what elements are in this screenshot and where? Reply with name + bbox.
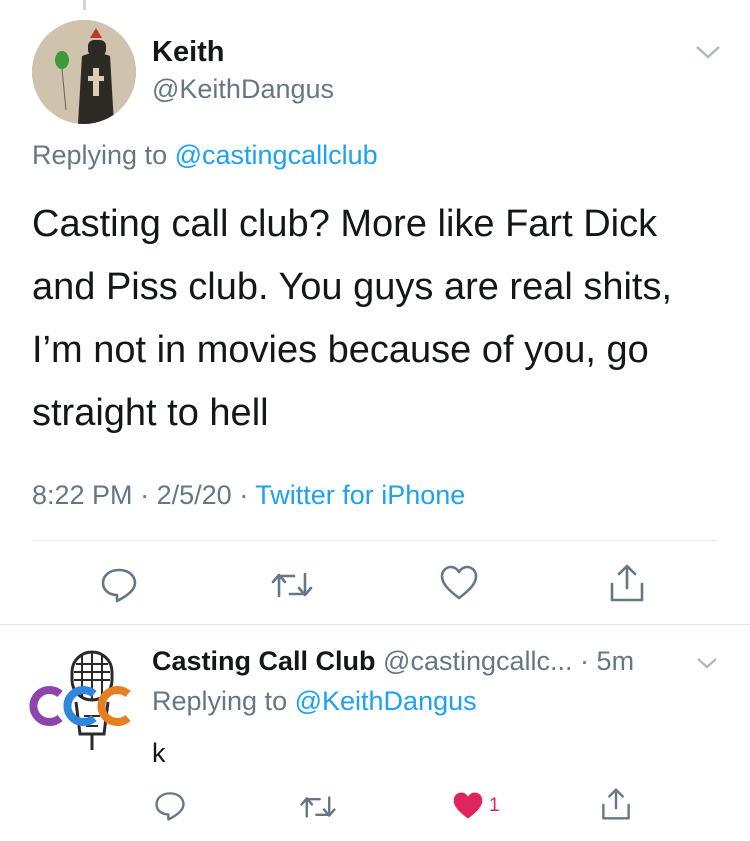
replying-to-line: Replying to @KeithDangus — [152, 686, 477, 717]
like-icon — [440, 565, 478, 600]
retweet-button[interactable] — [270, 568, 314, 602]
meta-separator: · — [140, 480, 150, 510]
reply-author-handle[interactable]: @castingcallc... — [383, 646, 572, 676]
retweet-button[interactable] — [299, 792, 337, 822]
liked-heart-icon — [453, 792, 483, 819]
tweet-date: 2/5/20 — [156, 480, 232, 510]
author-handle[interactable]: @KeithDangus — [152, 74, 334, 105]
chevron-down-icon[interactable] — [696, 655, 718, 671]
reply-actions: 1 — [0, 782, 750, 826]
like-button[interactable]: 1 — [451, 790, 500, 822]
reply-author-avatar[interactable] — [26, 646, 136, 756]
mention-link[interactable]: @castingcallclub — [175, 140, 378, 170]
reply-author-name[interactable]: Casting Call Club — [152, 646, 376, 676]
share-icon — [602, 788, 630, 820]
avatar-image — [32, 20, 136, 124]
chevron-down-icon[interactable] — [694, 42, 722, 62]
reply-age: 5m — [596, 646, 635, 676]
reply-header: Casting Call Club @castingcallc... · 5m — [152, 646, 634, 677]
author-avatar[interactable] — [32, 20, 136, 124]
reply-button[interactable] — [99, 566, 139, 604]
tweet-time: 8:22 PM — [32, 480, 133, 510]
retweet-icon — [300, 796, 336, 818]
meta-separator: · — [580, 646, 590, 676]
tweet-text: Casting call club? More like Fart Dick a… — [32, 203, 673, 434]
mention-link[interactable]: @KeithDangus — [295, 686, 477, 716]
meta-separator: · — [239, 480, 249, 510]
reply-button[interactable] — [153, 790, 187, 822]
thread-connector-line — [83, 0, 86, 10]
share-button[interactable] — [608, 562, 646, 604]
share-button[interactable] — [600, 786, 632, 822]
like-button[interactable] — [439, 564, 479, 602]
replying-to-line: Replying to @castingcallclub — [32, 140, 378, 171]
replying-prefix: Replying to — [32, 140, 168, 170]
divider — [0, 624, 750, 625]
replying-prefix: Replying to — [152, 686, 288, 716]
retweet-icon — [271, 572, 313, 598]
casting-call-club-logo — [29, 650, 131, 750]
share-icon — [610, 564, 644, 602]
author-name[interactable]: Keith — [152, 36, 225, 69]
divider — [32, 540, 718, 541]
source-link[interactable]: Twitter for iPhone — [255, 480, 465, 510]
tweet-actions — [0, 560, 750, 610]
reply-icon — [101, 568, 137, 603]
like-count: 1 — [489, 795, 500, 816]
tweet-meta: 8:22 PM · 2/5/20 · Twitter for iPhone — [32, 480, 465, 511]
reply-icon — [155, 792, 185, 821]
reply-text: k — [152, 738, 166, 768]
